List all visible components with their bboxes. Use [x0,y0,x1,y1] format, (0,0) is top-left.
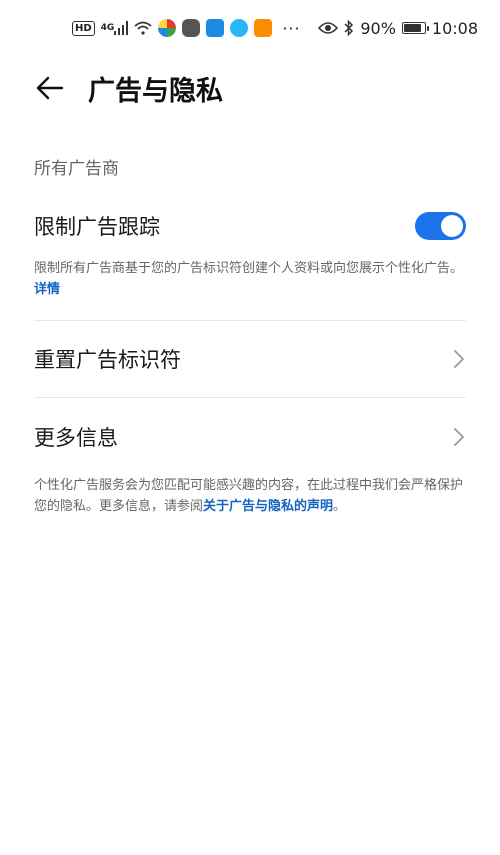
battery-icon [401,22,429,34]
ad-privacy-statement-link[interactable]: 关于广告与隐私的声明 [203,499,333,514]
back-button[interactable] [28,66,72,110]
app-icon [254,19,273,37]
battery-percent: 90% [360,18,396,38]
footer-description: 个性化广告服务会为您匹配可能感兴趣的内容，在此过程中我们会严格保护您的隐私。更多… [34,475,466,517]
details-link[interactable]: 详情 [34,282,60,297]
app-icon [158,19,177,37]
chevron-right-icon [452,348,466,370]
network-type: 4G [100,23,115,33]
hd-icon: HD [72,20,95,36]
clock: 10:08 [431,18,478,38]
more-info-row[interactable]: 更多信息 [34,416,466,458]
app-icon [206,19,225,37]
limit-tracking-description: 限制所有广告商基于您的广告标识符创建个人资料或向您展示个性化广告。详情 [34,258,466,300]
more-info-label: 更多信息 [34,426,118,450]
status-bar: HD 4G ··· 90% 10:08 [0,0,500,56]
more-icon: ··· [282,18,301,38]
footer-end: 。 [333,499,347,514]
page-title: 广告与隐私 [88,75,223,107]
bluetooth-icon [344,20,354,36]
limit-tracking-row[interactable]: 限制广告跟踪 [34,206,466,246]
section-label: 所有广告商 [34,159,119,179]
limit-tracking-description-text: 限制所有广告商基于您的广告标识符创建个人资料或向您展示个性化广告。 [34,261,464,276]
limit-tracking-toggle[interactable] [415,212,466,240]
battery-fill [403,24,421,32]
status-bar-right: 90% 10:08 [318,19,478,38]
signal-icon: 4G [101,21,129,35]
chevron-right-icon [452,426,466,448]
app-icon [230,19,249,37]
eye-icon [318,21,339,35]
app-header: 广告与隐私 [0,56,500,120]
back-arrow-icon [36,76,64,100]
wifi-icon [134,21,152,35]
limit-tracking-label: 限制广告跟踪 [34,215,160,239]
app-icon [182,19,201,37]
divider [34,320,466,321]
reset-ad-id-row[interactable]: 重置广告标识符 [34,338,466,380]
divider [34,397,466,398]
reset-ad-id-label: 重置广告标识符 [34,348,181,372]
status-bar-left: HD 4G ··· [72,19,301,38]
toggle-knob [441,215,463,237]
